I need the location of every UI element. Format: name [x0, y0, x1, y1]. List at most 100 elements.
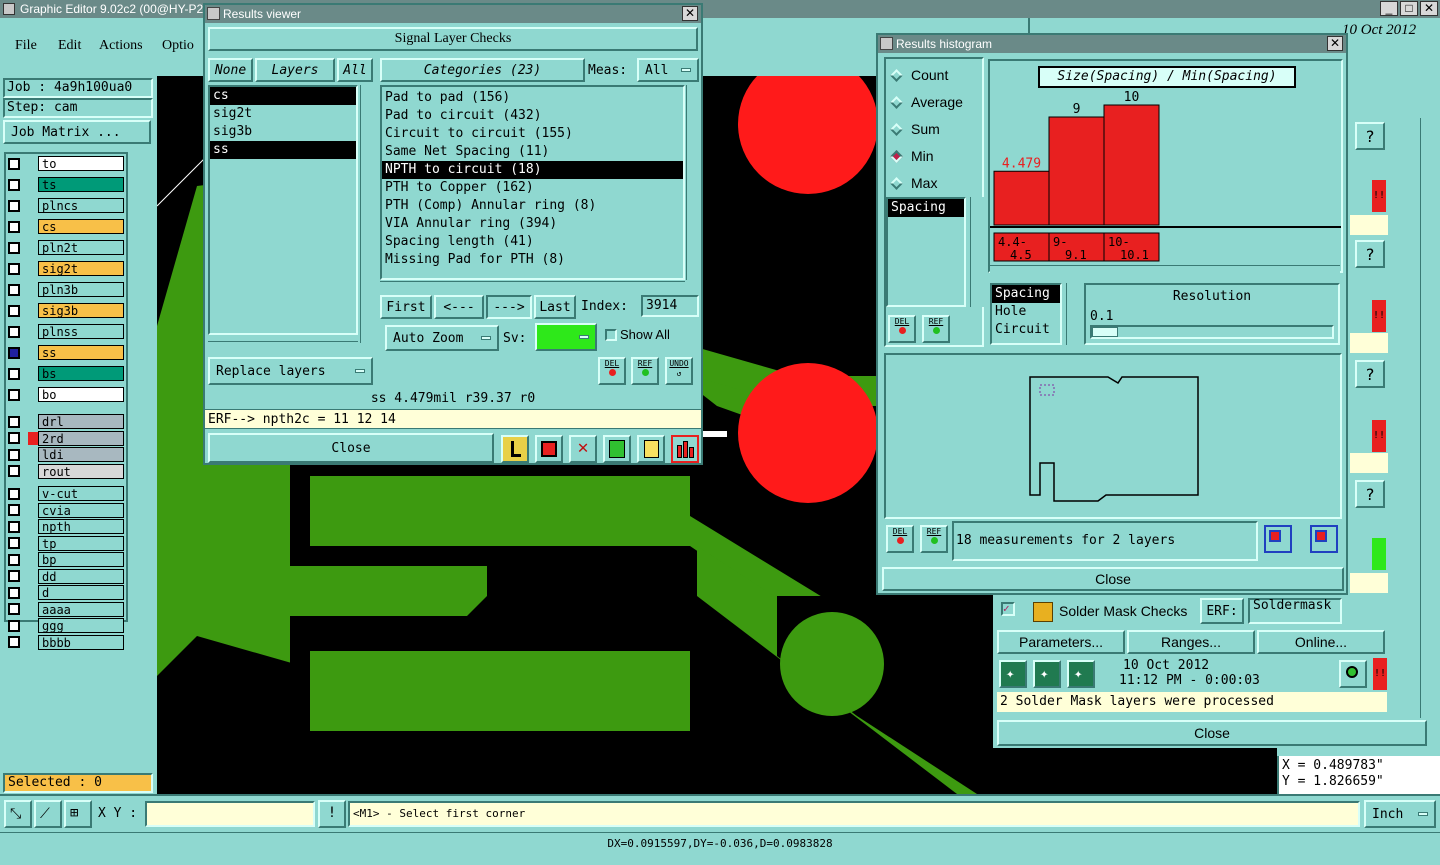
meas-dropdown[interactable]: All — [637, 58, 699, 82]
next-button[interactable]: ---> — [486, 295, 532, 319]
tool-icon-2[interactable] — [535, 435, 563, 463]
layer-checkbox[interactable] — [8, 199, 20, 212]
first-button[interactable]: First — [380, 295, 432, 319]
type-list[interactable]: Spacing Hole Circuit — [990, 283, 1062, 345]
layer-row[interactable]: to — [8, 156, 124, 171]
layer-checkbox[interactable] — [8, 619, 20, 632]
parameters-button[interactable]: Parameters... — [997, 630, 1125, 654]
layer-checkbox[interactable] — [8, 432, 20, 444]
measure-list-item[interactable]: Spacing — [888, 199, 964, 217]
export-icon-button[interactable] — [1264, 525, 1292, 553]
zoom-icon-button[interactable] — [1339, 660, 1367, 688]
help-button[interactable]: ? — [1355, 480, 1385, 508]
stat-radio[interactable]: Count — [890, 67, 948, 83]
layer-checkbox[interactable] — [8, 388, 20, 401]
layer-checkbox[interactable] — [8, 262, 20, 275]
menu-actions[interactable]: Actions — [99, 38, 143, 54]
show-all-checkbox[interactable] — [605, 329, 617, 341]
layer-checkbox[interactable] — [8, 537, 20, 549]
layer-checkbox[interactable] — [8, 603, 20, 615]
ranges-button[interactable]: Ranges... — [1127, 630, 1255, 654]
prev-button[interactable]: <--- — [434, 295, 484, 319]
layer-checkbox[interactable] — [8, 504, 20, 516]
layer-row[interactable]: dd — [8, 568, 124, 584]
close-window-button[interactable]: ✕ — [1420, 1, 1438, 16]
layer-checkbox[interactable] — [8, 304, 20, 317]
layer-checkbox[interactable] — [8, 346, 20, 359]
layer-result-item[interactable]: ss — [210, 141, 356, 159]
category-item[interactable]: PTH (Comp) Annular ring (8) — [382, 197, 683, 215]
erf-value-field[interactable]: Soldermask — [1248, 598, 1342, 624]
tool-icon-1[interactable] — [501, 435, 529, 463]
layer-result-list[interactable]: cs sig2t sig3b ss — [208, 85, 358, 335]
type-list-item[interactable]: Circuit — [992, 321, 1060, 339]
tool-icon-5[interactable] — [637, 435, 665, 463]
category-list-scrollbar[interactable] — [686, 85, 700, 280]
category-item[interactable]: Pad to pad (156) — [382, 89, 683, 107]
run-icon-button[interactable]: ✦ — [1033, 660, 1061, 688]
histogram-titlebar[interactable]: Results histogram ✕ — [878, 35, 1346, 53]
measure-tool-button[interactable]: ⟋ — [34, 800, 62, 828]
undo-button[interactable]: UNDO ↺ — [665, 357, 693, 385]
layer-checkbox[interactable] — [8, 448, 20, 461]
stat-radio[interactable]: Min — [890, 148, 934, 164]
layer-row[interactable]: drl — [8, 414, 124, 429]
layer-checkbox[interactable] — [8, 465, 20, 477]
category-item[interactable]: Circuit to circuit (155) — [382, 125, 683, 143]
type-list-item[interactable]: Hole — [992, 303, 1060, 321]
layer-row[interactable]: 2rd — [8, 430, 124, 446]
layer-row[interactable]: sig2t — [8, 261, 124, 276]
category-item[interactable]: Same Net Spacing (11) — [382, 143, 683, 161]
auto-zoom-dropdown[interactable]: Auto Zoom — [385, 325, 499, 351]
layer-checkbox[interactable] — [8, 241, 20, 254]
layer-list-scrollbar[interactable] — [360, 85, 374, 343]
replace-layers-button[interactable]: Replace layers — [208, 357, 373, 385]
layer-checkbox[interactable] — [8, 636, 20, 648]
category-item[interactable]: VIA Annular ring (394) — [382, 215, 683, 233]
measure-list-scrollbar[interactable] — [970, 197, 984, 307]
results-viewer-titlebar[interactable]: Results viewer ✕ — [205, 5, 701, 23]
layer-checkbox[interactable] — [8, 367, 20, 380]
stat-radio[interactable]: Sum — [890, 121, 940, 137]
layer-row[interactable]: ldi — [8, 447, 124, 462]
histogram-close-x[interactable]: ✕ — [1327, 36, 1343, 51]
xy-input[interactable] — [145, 801, 315, 827]
layer-row[interactable]: pln3b — [8, 282, 124, 297]
category-item[interactable]: Spacing length (41) — [382, 233, 683, 251]
layer-row[interactable]: aaaa — [8, 601, 124, 617]
layer-row[interactable]: pln2t — [8, 240, 124, 255]
sm-checkbox[interactable]: ✓ — [1001, 602, 1015, 616]
category-list[interactable]: Pad to pad (156) Pad to circuit (432) Ci… — [380, 85, 685, 280]
layer-row[interactable]: cs — [8, 219, 124, 234]
results-viewer-close-x[interactable]: ✕ — [682, 6, 698, 21]
layers-none-button[interactable]: None — [208, 58, 253, 82]
right-scrollbar[interactable] — [1420, 118, 1434, 718]
layers-header-button[interactable]: Layers — [255, 58, 335, 82]
import-icon-button[interactable] — [1310, 525, 1338, 553]
slider-thumb[interactable] — [1092, 327, 1118, 337]
layer-result-item[interactable]: sig3b — [210, 123, 356, 141]
tool-icon-3[interactable]: ✕ — [569, 435, 597, 463]
hist-del-button[interactable]: DEL — [888, 315, 916, 343]
layer-checkbox[interactable] — [8, 415, 20, 428]
type-list-scrollbar[interactable] — [1066, 283, 1080, 345]
layer-result-item[interactable]: sig2t — [210, 105, 356, 123]
layer-checkbox[interactable] — [8, 553, 20, 566]
histogram-close-button[interactable]: Close — [882, 567, 1344, 591]
layer-row[interactable]: ggg — [8, 618, 124, 633]
layer-row[interactable]: v-cut — [8, 486, 124, 501]
layer-checkbox[interactable] — [8, 220, 20, 233]
category-item[interactable]: Pad to circuit (432) — [382, 107, 683, 125]
menu-file[interactable]: File — [15, 38, 37, 54]
online-button[interactable]: Online... — [1257, 630, 1385, 654]
layers-all-button[interactable]: All — [337, 58, 373, 82]
results-viewer-close-button[interactable]: Close — [208, 433, 494, 463]
layer-result-item[interactable]: cs — [210, 87, 356, 105]
right-panel-close-button[interactable]: Close — [997, 720, 1427, 746]
categories-header-button[interactable]: Categories (23) — [380, 58, 585, 82]
layer-checkbox[interactable] — [8, 325, 20, 338]
maximize-button[interactable]: □ — [1400, 1, 1418, 16]
layer-row[interactable]: sig3b — [8, 303, 124, 318]
hist-ref-button[interactable]: REF — [922, 315, 950, 343]
ref-button[interactable]: REF — [631, 357, 659, 385]
